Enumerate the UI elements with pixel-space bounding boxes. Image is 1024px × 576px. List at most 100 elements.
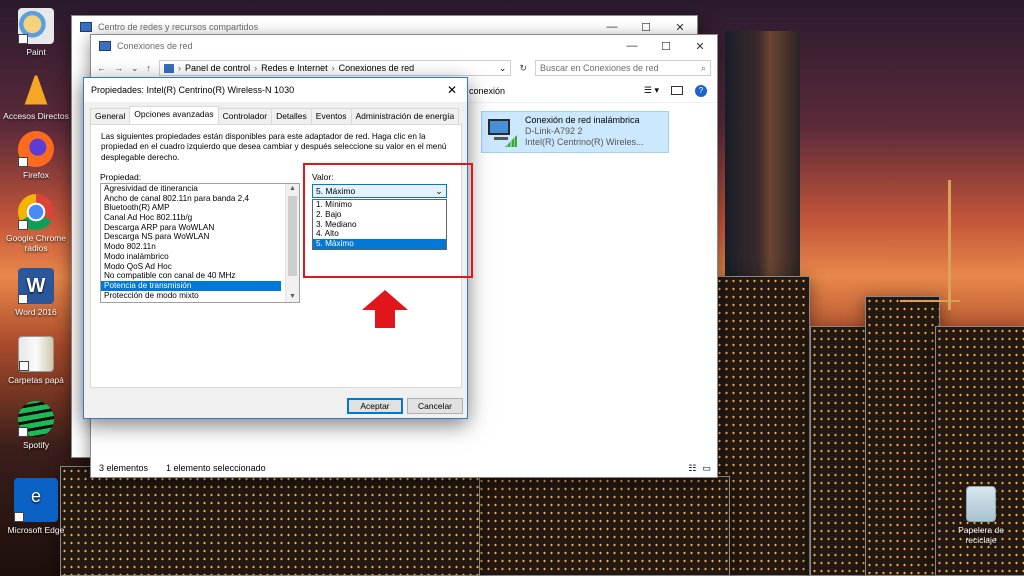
search-input[interactable]: Buscar en Conexiones de red ⌕ bbox=[535, 60, 711, 76]
shortcut-arrow-icon bbox=[18, 34, 28, 44]
toolbar-item[interactable]: conexión bbox=[469, 86, 505, 96]
building bbox=[60, 466, 480, 576]
connection-adapter: Intel(R) Centrino(R) Wireles... bbox=[525, 137, 644, 147]
property-item[interactable]: Modo inalámbrico bbox=[101, 252, 299, 262]
chevron-right-icon: › bbox=[178, 63, 182, 73]
tab-general[interactable]: General bbox=[90, 108, 131, 124]
property-item[interactable]: Agresividad de itinerancia bbox=[101, 184, 299, 194]
details-view-icon[interactable]: ☷ bbox=[688, 463, 696, 474]
ok-button[interactable]: Aceptar bbox=[347, 398, 403, 414]
desktop-icon-label: Firefox bbox=[23, 170, 49, 180]
desktop-icon-carpetas[interactable]: Carpetas papá bbox=[0, 336, 72, 385]
desktop-icon-label: Microsoft Edge bbox=[7, 525, 65, 535]
desktop-icon-chrome[interactable]: Google Chrome radios bbox=[0, 194, 72, 253]
tab-details[interactable]: Detalles bbox=[271, 108, 312, 124]
desktop-icon-firefox[interactable]: Firefox bbox=[0, 131, 72, 180]
tab-advanced[interactable]: Opciones avanzadas bbox=[129, 106, 219, 124]
preview-pane-icon[interactable] bbox=[671, 86, 683, 95]
item-count: 3 elementos bbox=[99, 463, 149, 473]
minimize-button[interactable]: — bbox=[595, 21, 629, 34]
property-item[interactable]: Bluetooth(R) AMP bbox=[101, 203, 299, 213]
up-icon[interactable]: ↑ bbox=[147, 63, 152, 73]
connection-item-wireless[interactable]: Conexión de red inalámbrica D-Link-A792 … bbox=[481, 111, 669, 153]
desktop-icon-accesos-directos[interactable]: Accesos Directos bbox=[0, 72, 72, 121]
view-options-icon[interactable]: ☰ ▾ bbox=[644, 85, 659, 96]
address-bar[interactable]: › Panel de control › Redes e Internet › … bbox=[159, 60, 512, 76]
shortcut-arrow-icon bbox=[18, 427, 28, 437]
property-listbox[interactable]: Agresividad de itinerancia Ancho de cana… bbox=[100, 183, 300, 303]
connection-network: D-Link-A792 2 bbox=[525, 126, 583, 136]
search-icon: ⌕ bbox=[700, 62, 706, 73]
status-bar: 3 elementos 1 elemento seleccionado ☷ ▭ bbox=[91, 459, 717, 477]
help-icon[interactable]: ? bbox=[695, 84, 707, 97]
breadcrumb-item[interactable]: Conexiones de red bbox=[339, 63, 415, 73]
recent-chevron-icon[interactable]: ⌄ bbox=[131, 63, 139, 74]
description-text: Las siguientes propiedades están disponi… bbox=[101, 132, 447, 162]
desktop-icon-label: Carpetas papá bbox=[8, 375, 64, 385]
chrome-icon bbox=[18, 194, 54, 230]
maximize-button[interactable]: ☐ bbox=[649, 40, 683, 53]
selection-count: 1 elemento seleccionado bbox=[166, 463, 266, 473]
crane-arm bbox=[900, 300, 960, 302]
breadcrumb-item[interactable]: Redes e Internet bbox=[261, 63, 328, 73]
search-placeholder: Buscar en Conexiones de red bbox=[540, 63, 659, 73]
scroll-thumb[interactable] bbox=[288, 196, 297, 276]
cone-icon bbox=[23, 72, 49, 108]
tab-strip: General Opciones avanzadas Controlador D… bbox=[84, 102, 467, 124]
building bbox=[470, 476, 730, 576]
shortcut-arrow-icon bbox=[18, 294, 28, 304]
desktop-icon-label: Accesos Directos bbox=[3, 111, 69, 121]
minimize-button[interactable]: — bbox=[615, 40, 649, 53]
edge-icon: e bbox=[14, 478, 58, 522]
close-icon[interactable]: ✕ bbox=[437, 83, 467, 97]
refresh-icon[interactable]: ↻ bbox=[519, 63, 527, 74]
title-bar: Propiedades: Intel(R) Centrino(R) Wirele… bbox=[84, 78, 467, 102]
window-title: Centro de redes y recursos compartidos bbox=[98, 22, 259, 32]
large-icons-view-icon[interactable]: ▭ bbox=[702, 463, 711, 474]
property-item[interactable]: Ancho de canal 802.11n para banda 2,4 bbox=[101, 194, 299, 204]
chevron-down-icon[interactable]: ⌄ bbox=[499, 63, 511, 74]
network-center-icon bbox=[80, 22, 92, 32]
control-panel-icon bbox=[164, 63, 175, 73]
property-item[interactable]: Canal Ad Hoc 802.11b/g bbox=[101, 213, 299, 223]
desktop-icon-label: Word 2016 bbox=[15, 307, 57, 317]
desktop-icon-paint[interactable]: Paint bbox=[0, 8, 72, 57]
property-item[interactable]: Descarga NS para WoWLAN bbox=[101, 232, 299, 242]
property-item[interactable]: No compatible con canal de 40 MHz bbox=[101, 271, 299, 281]
shortcut-arrow-icon bbox=[19, 361, 29, 371]
property-item[interactable]: Protección de modo mixto bbox=[101, 291, 299, 301]
desktop-icon-label: Paint bbox=[26, 47, 46, 57]
cancel-button[interactable]: Cancelar bbox=[407, 398, 463, 414]
desktop-icon-recycle-bin[interactable]: Papelera de reciclaje bbox=[945, 486, 1017, 545]
word-icon: W bbox=[18, 268, 54, 304]
tab-power-management[interactable]: Administración de energía bbox=[350, 108, 460, 124]
property-scrollbar[interactable]: ▲ ▼ bbox=[285, 184, 299, 302]
close-button[interactable]: ✕ bbox=[663, 21, 697, 34]
property-item[interactable]: Modo 802.11n bbox=[101, 242, 299, 252]
close-button[interactable]: ✕ bbox=[683, 40, 717, 53]
property-item[interactable]: Descarga ARP para WoWLAN bbox=[101, 223, 299, 233]
wireless-adapter-icon bbox=[485, 115, 519, 149]
property-label: Propiedad: bbox=[100, 172, 142, 182]
maximize-button[interactable]: ☐ bbox=[629, 21, 663, 34]
firefox-icon bbox=[18, 131, 54, 167]
desktop-icon-edge[interactable]: e Microsoft Edge bbox=[0, 478, 72, 535]
desktop-icon-spotify[interactable]: Spotify bbox=[0, 401, 72, 450]
property-item[interactable]: Modo QoS Ad Hoc bbox=[101, 262, 299, 272]
tab-driver[interactable]: Controlador bbox=[217, 108, 273, 124]
address-row: ← → ⌄ ↑ › Panel de control › Redes e Int… bbox=[91, 57, 717, 79]
back-icon[interactable]: ← bbox=[97, 63, 106, 73]
forward-icon[interactable]: → bbox=[114, 63, 123, 73]
window-title: Conexiones de red bbox=[117, 41, 193, 51]
desktop-icon-label: Spotify bbox=[23, 440, 49, 450]
scroll-up-icon[interactable]: ▲ bbox=[286, 184, 299, 194]
breadcrumb-item[interactable]: Panel de control bbox=[185, 63, 250, 73]
scroll-down-icon[interactable]: ▼ bbox=[286, 292, 299, 302]
property-item-selected[interactable]: Potencia de transmisión bbox=[101, 280, 281, 291]
document-icon bbox=[18, 336, 54, 372]
desktop-icon-word[interactable]: W Word 2016 bbox=[0, 268, 72, 317]
desktop-icon-label: Papelera de reciclaje bbox=[958, 525, 1004, 545]
spotify-icon bbox=[18, 401, 54, 437]
network-connections-icon bbox=[99, 41, 111, 51]
tab-events[interactable]: Eventos bbox=[310, 108, 352, 124]
